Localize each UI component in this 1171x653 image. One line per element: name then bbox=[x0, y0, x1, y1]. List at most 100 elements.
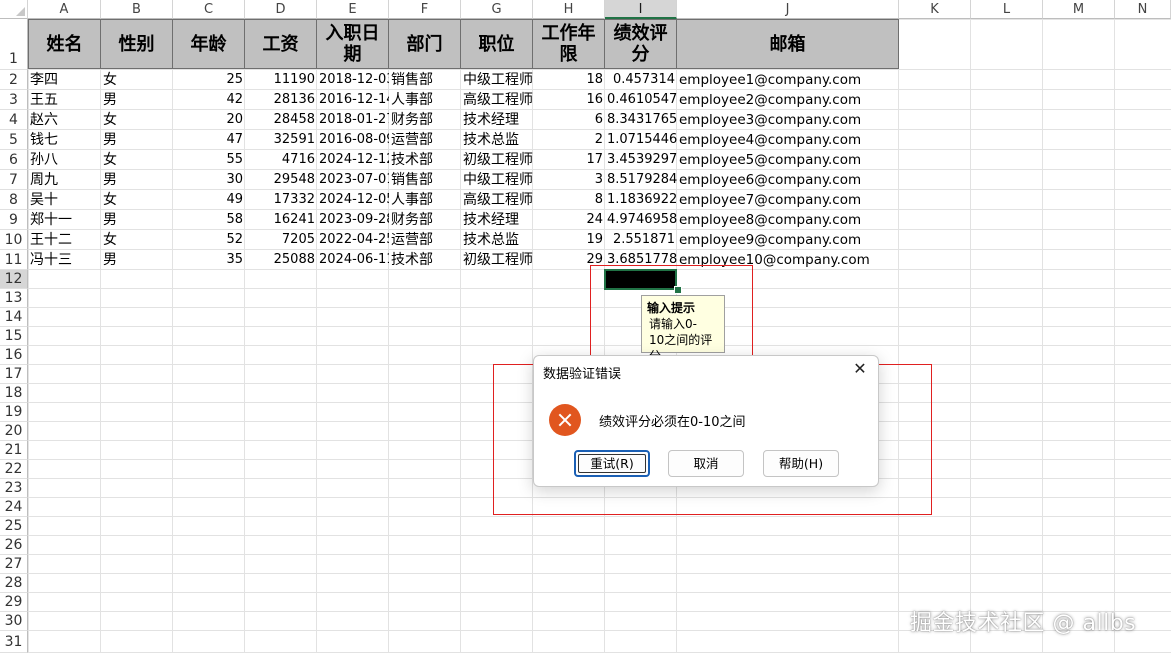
row-header-30[interactable]: 30 bbox=[0, 612, 28, 631]
cell-name[interactable]: 李四 bbox=[28, 70, 101, 90]
cell-dept[interactable]: 销售部 bbox=[389, 170, 461, 190]
column-header-n[interactable]: N bbox=[1115, 0, 1171, 19]
column-header-e[interactable]: E bbox=[317, 0, 389, 19]
cell-salary[interactable]: 16241 bbox=[245, 210, 317, 230]
cell-gender[interactable]: 女 bbox=[101, 70, 173, 90]
cell-years[interactable]: 29 bbox=[533, 250, 605, 270]
cell-dept[interactable]: 财务部 bbox=[389, 210, 461, 230]
retry-button[interactable]: 重试(R) bbox=[574, 450, 650, 477]
cell-years[interactable]: 6 bbox=[533, 110, 605, 130]
cell-years[interactable]: 24 bbox=[533, 210, 605, 230]
row-header-17[interactable]: 17 bbox=[0, 365, 28, 384]
row-header-23[interactable]: 23 bbox=[0, 479, 28, 498]
cell-gender[interactable]: 男 bbox=[101, 250, 173, 270]
row-header-9[interactable]: 9 bbox=[0, 210, 28, 230]
row-header-25[interactable]: 25 bbox=[0, 517, 28, 536]
cell-position[interactable]: 高级工程师 bbox=[461, 90, 533, 110]
cell-position[interactable]: 技术经理 bbox=[461, 110, 533, 130]
cell-email[interactable]: employee1@company.com bbox=[677, 70, 899, 90]
header-cell-score[interactable]: 绩效评分 bbox=[605, 19, 677, 69]
column-header-b[interactable]: B bbox=[101, 0, 173, 19]
cell-years[interactable]: 8 bbox=[533, 190, 605, 210]
column-header-m[interactable]: M bbox=[1043, 0, 1115, 19]
cell-score[interactable]: 8.5179284 bbox=[605, 170, 677, 190]
row-header-15[interactable]: 15 bbox=[0, 327, 28, 346]
cell-years[interactable]: 3 bbox=[533, 170, 605, 190]
row-header-14[interactable]: 14 bbox=[0, 308, 28, 327]
column-header-i[interactable]: I bbox=[605, 0, 677, 19]
cell-hire-date[interactable]: 2024-12-05 bbox=[317, 190, 389, 210]
cell-dept[interactable]: 技术部 bbox=[389, 250, 461, 270]
select-all-corner[interactable] bbox=[0, 0, 28, 19]
row-header-8[interactable]: 8 bbox=[0, 190, 28, 210]
cell-years[interactable]: 19 bbox=[533, 230, 605, 250]
cell-score[interactable]: 8.3431765 bbox=[605, 110, 677, 130]
column-header-l[interactable]: L bbox=[971, 0, 1043, 19]
header-cell-salary[interactable]: 工资 bbox=[245, 19, 317, 69]
row-header-11[interactable]: 11 bbox=[0, 250, 28, 270]
cell-age[interactable]: 30 bbox=[173, 170, 245, 190]
cell-salary[interactable]: 32591 bbox=[245, 130, 317, 150]
row-header-20[interactable]: 20 bbox=[0, 422, 28, 441]
cell-salary[interactable]: 7205 bbox=[245, 230, 317, 250]
cell-hire-date[interactable]: 2023-09-28 bbox=[317, 210, 389, 230]
cell-email[interactable]: employee2@company.com bbox=[677, 90, 899, 110]
cell-age[interactable]: 20 bbox=[173, 110, 245, 130]
cell-dept[interactable]: 人事部 bbox=[389, 190, 461, 210]
cell-gender[interactable]: 女 bbox=[101, 190, 173, 210]
cell-score[interactable]: 0.457314 bbox=[605, 70, 677, 90]
header-cell-age[interactable]: 年龄 bbox=[173, 19, 245, 69]
cell-email[interactable]: employee7@company.com bbox=[677, 190, 899, 210]
cell-position[interactable]: 中级工程师 bbox=[461, 170, 533, 190]
row-header-13[interactable]: 13 bbox=[0, 289, 28, 308]
cell-score[interactable]: 1.1836922 bbox=[605, 190, 677, 210]
cell-dept[interactable]: 财务部 bbox=[389, 110, 461, 130]
column-header-c[interactable]: C bbox=[173, 0, 245, 19]
row-header-26[interactable]: 26 bbox=[0, 536, 28, 555]
cell-dept[interactable]: 技术部 bbox=[389, 150, 461, 170]
row-header-2[interactable]: 2 bbox=[0, 70, 28, 90]
cell-salary[interactable]: 28136 bbox=[245, 90, 317, 110]
cell-dept[interactable]: 人事部 bbox=[389, 90, 461, 110]
row-header-12[interactable]: 12 bbox=[0, 270, 28, 289]
cell-age[interactable]: 58 bbox=[173, 210, 245, 230]
fill-handle[interactable] bbox=[674, 286, 682, 294]
cell-name[interactable]: 冯十三 bbox=[28, 250, 101, 270]
row-header-31[interactable]: 31 bbox=[0, 631, 28, 653]
active-cell-i12[interactable] bbox=[604, 269, 677, 290]
cell-name[interactable]: 赵六 bbox=[28, 110, 101, 130]
cell-age[interactable]: 42 bbox=[173, 90, 245, 110]
row-header-7[interactable]: 7 bbox=[0, 170, 28, 190]
cell-hire-date[interactable]: 2018-01-27 bbox=[317, 110, 389, 130]
cell-salary[interactable]: 11190 bbox=[245, 70, 317, 90]
cell-position[interactable]: 中级工程师 bbox=[461, 70, 533, 90]
cell-age[interactable]: 35 bbox=[173, 250, 245, 270]
cell-age[interactable]: 49 bbox=[173, 190, 245, 210]
row-header-5[interactable]: 5 bbox=[0, 130, 28, 150]
header-cell-hire-date[interactable]: 入职日期 bbox=[317, 19, 389, 69]
row-header-1[interactable]: 1 bbox=[0, 19, 28, 70]
cell-hire-date[interactable]: 2024-12-12 bbox=[317, 150, 389, 170]
cell-name[interactable]: 郑十一 bbox=[28, 210, 101, 230]
cell-gender[interactable]: 女 bbox=[101, 230, 173, 250]
cell-score[interactable]: 4.9746958 bbox=[605, 210, 677, 230]
cell-years[interactable]: 17 bbox=[533, 150, 605, 170]
column-header-k[interactable]: K bbox=[899, 0, 971, 19]
cell-dept[interactable]: 运营部 bbox=[389, 130, 461, 150]
cell-salary[interactable]: 28458 bbox=[245, 110, 317, 130]
column-header-a[interactable]: A bbox=[28, 0, 101, 19]
row-header-22[interactable]: 22 bbox=[0, 460, 28, 479]
cell-hire-date[interactable]: 2018-12-03 bbox=[317, 70, 389, 90]
cell-salary[interactable]: 4716 bbox=[245, 150, 317, 170]
header-cell-years[interactable]: 工作年限 bbox=[533, 19, 605, 69]
row-header-21[interactable]: 21 bbox=[0, 441, 28, 460]
cell-age[interactable]: 55 bbox=[173, 150, 245, 170]
cell-salary[interactable]: 17332 bbox=[245, 190, 317, 210]
cell-email[interactable]: employee8@company.com bbox=[677, 210, 899, 230]
row-header-24[interactable]: 24 bbox=[0, 498, 28, 517]
column-header-j[interactable]: J bbox=[677, 0, 899, 19]
cancel-button[interactable]: 取消 bbox=[668, 450, 744, 477]
cell-dept[interactable]: 运营部 bbox=[389, 230, 461, 250]
cell-name[interactable]: 周九 bbox=[28, 170, 101, 190]
cell-name[interactable]: 钱七 bbox=[28, 130, 101, 150]
